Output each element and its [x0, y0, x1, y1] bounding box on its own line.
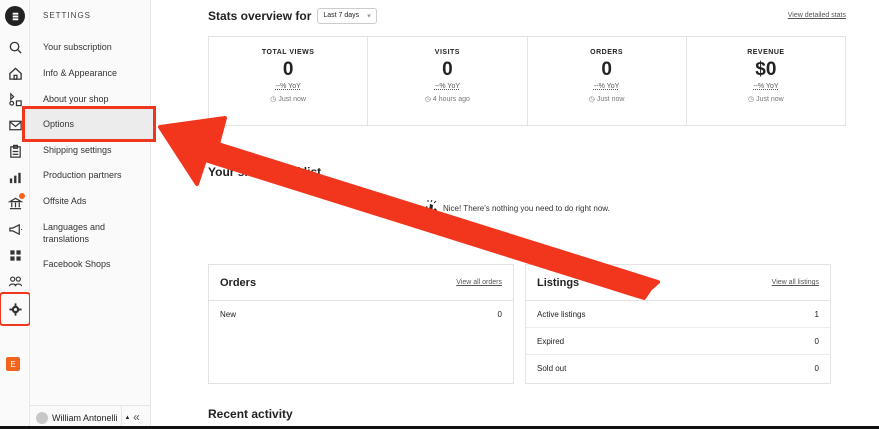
date-range-value: Last 7 days: [323, 12, 360, 19]
settings-menu: SETTINGS Your subscription Info & Appear…: [22, 0, 156, 429]
view-detailed-stats-link[interactable]: View detailed stats: [788, 12, 846, 19]
stats-panel: TOTAL VIEWS 0 --% YoY ◷ Just now VISITS …: [208, 36, 846, 126]
settings-title: SETTINGS: [43, 11, 92, 20]
menu-item-languages[interactable]: Languages and translations: [30, 221, 130, 245]
stat-value: 0: [601, 59, 612, 80]
checklist-title: Your shop checklist: [208, 165, 322, 179]
stat-label: TOTAL VIEWS: [261, 49, 315, 56]
community-icon[interactable]: [3, 269, 27, 293]
avatar: [36, 411, 48, 424]
menu-item-about-shop[interactable]: About your shop: [30, 93, 151, 105]
stat-yoy: --% YoY: [593, 83, 620, 90]
stats-icon[interactable]: [3, 165, 27, 189]
stat-orders[interactable]: ORDERS 0 --% YoY ◷ Just now: [528, 37, 687, 125]
table-row[interactable]: Active listings 1: [526, 301, 830, 328]
stat-yoy: --% YoY: [275, 83, 301, 90]
chevron-down-icon: ▾: [367, 13, 371, 20]
stat-revenue[interactable]: REVENUE $0 --% YoY ◷ Just now: [687, 37, 845, 125]
stat-label: VISITS: [434, 49, 460, 56]
clock-icon: ◷: [748, 96, 757, 103]
stat-yoy: --% YoY: [434, 83, 461, 90]
icon-rail: E: [0, 0, 31, 429]
orders-header: Orders View all orders: [209, 265, 513, 301]
checklist-message: Nice! There's nothing you need to do rig…: [422, 200, 610, 216]
stat-time: ◷ 4 hours ago: [424, 96, 470, 103]
view-all-listings-link[interactable]: View all listings: [772, 279, 819, 286]
marketing-icon[interactable]: [3, 217, 27, 241]
messages-icon[interactable]: [3, 113, 27, 137]
menu-item-production-partners[interactable]: Production partners: [30, 169, 151, 181]
menu-item-facebook-shops[interactable]: Facebook Shops: [30, 258, 151, 270]
settings-icon[interactable]: [0, 292, 31, 326]
notification-dot: [19, 193, 25, 199]
menu-item-info-appearance[interactable]: Info & Appearance: [30, 67, 151, 79]
orders-icon[interactable]: [3, 139, 27, 163]
user-name: William Antonelli: [52, 412, 118, 423]
finances-icon[interactable]: [3, 191, 27, 215]
integrations-icon[interactable]: [3, 243, 27, 267]
listings-title: Listings: [537, 276, 580, 289]
recent-activity-title: Recent activity: [208, 407, 293, 421]
stat-value: $0: [755, 59, 777, 80]
orders-card: Orders View all orders New 0: [208, 264, 514, 384]
orders-title: Orders: [220, 276, 257, 289]
home-icon[interactable]: [3, 61, 27, 85]
menu-item-subscription[interactable]: Your subscription: [30, 41, 151, 53]
stat-value: 0: [282, 59, 294, 80]
listings-card: Listings View all listings Active listin…: [525, 264, 831, 384]
stat-label: ORDERS: [590, 49, 624, 56]
table-row[interactable]: Expired 0: [526, 328, 830, 355]
menu-item-options[interactable]: Options: [22, 106, 156, 142]
stat-time: ◷ Just now: [270, 96, 306, 103]
table-row[interactable]: New 0: [209, 301, 513, 328]
stat-time: ◷ Just now: [748, 96, 784, 103]
shop-avatar[interactable]: E: [6, 357, 20, 371]
stat-label: REVENUE: [747, 49, 785, 56]
stat-yoy: --% YoY: [753, 83, 779, 90]
listings-icon[interactable]: [3, 87, 27, 111]
clock-icon: ◷: [424, 96, 433, 103]
stat-time: ◷ Just now: [588, 96, 625, 103]
date-range-select[interactable]: Last 7 days ▾: [317, 8, 377, 24]
search-icon[interactable]: [3, 35, 27, 59]
logo-icon[interactable]: [5, 6, 25, 26]
listings-header: Listings View all listings: [526, 265, 830, 301]
view-all-orders-link[interactable]: View all orders: [456, 279, 502, 286]
stat-value: 0: [442, 59, 453, 80]
stats-title: Stats overview for: [208, 9, 312, 23]
menu-item-shipping[interactable]: Shipping settings: [30, 144, 151, 156]
menu-item-offsite-ads[interactable]: Offsite Ads: [30, 195, 151, 207]
stat-visits[interactable]: VISITS 0 --% YoY ◷ 4 hours ago: [368, 37, 528, 125]
table-row[interactable]: Sold out 0: [526, 355, 830, 382]
clock-icon: ◷: [588, 96, 597, 103]
clapping-hands-icon: [424, 200, 437, 215]
stats-header: Stats overview for Last 7 days ▾: [208, 8, 377, 24]
stat-total-views[interactable]: TOTAL VIEWS 0 --% YoY ◷ Just now: [209, 37, 369, 125]
